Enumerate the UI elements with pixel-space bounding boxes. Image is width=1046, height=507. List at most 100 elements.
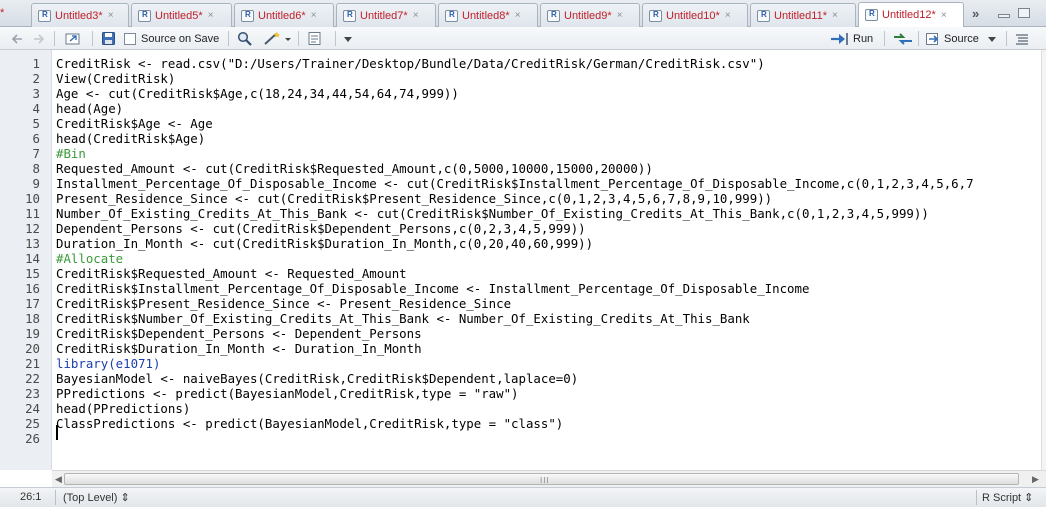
- code-text: PPredictions <- predict(BayesianModel,Cr…: [56, 386, 519, 401]
- forward-button[interactable]: [30, 30, 46, 47]
- tab-untitled5[interactable]: Untitled5* ×: [131, 3, 232, 27]
- source-button[interactable]: Source: [925, 30, 999, 47]
- code-text: Duration_In_Month <- cut(CreditRisk$Dura…: [56, 236, 594, 251]
- r-file-icon: [445, 9, 458, 22]
- tab-untitled9[interactable]: Untitled9* ×: [540, 3, 640, 27]
- code-line[interactable]: 18 CreditRisk$Number_Of_Existing_Credits_…: [0, 311, 1040, 326]
- code-line[interactable]: 16 CreditRisk$Installment_Percentage_Of_D…: [0, 281, 1040, 296]
- tab-untitled8[interactable]: Untitled8* ×: [438, 3, 538, 27]
- code-line[interactable]: 24 head(PPredictions): [0, 401, 1040, 416]
- line-number: 17: [25, 296, 40, 311]
- tab-untitled3[interactable]: Untitled3* ×: [31, 3, 129, 27]
- code-line[interactable]: 1 CreditRisk <- read.csv("D:/Users/Traine…: [0, 56, 1040, 71]
- code-line[interactable]: 22 BayesianModel <- naiveBayes(CreditRisk…: [0, 371, 1040, 386]
- code-line[interactable]: 19 CreditRisk$Dependent_Persons <- Depend…: [0, 326, 1040, 341]
- document-outline-button[interactable]: [1014, 30, 1030, 47]
- code-line[interactable]: 12 Dependent_Persons <- cut(CreditRisk$De…: [0, 221, 1040, 236]
- code-text: CreditRisk$Present_Residence_Since <- Pr…: [56, 296, 512, 311]
- close-icon[interactable]: ×: [725, 10, 731, 21]
- r-file-icon: [343, 9, 356, 22]
- show-in-window-button[interactable]: [64, 30, 82, 47]
- line-number: 19: [25, 326, 40, 341]
- code-line[interactable]: 20 CreditRisk$Duration_In_Month <- Durati…: [0, 341, 1040, 356]
- file-type-selector[interactable]: R Script ⇕: [982, 491, 1033, 504]
- close-icon[interactable]: ×: [515, 10, 521, 21]
- tab-label: Untitled8*: [462, 9, 510, 22]
- code-line[interactable]: 14 #Allocate: [0, 251, 1040, 266]
- close-icon[interactable]: ×: [941, 10, 947, 21]
- source-on-save-checkbox[interactable]: [124, 32, 136, 45]
- code-line[interactable]: 3 Age <- cut(CreditRisk$Age,c(18,24,34,44…: [0, 86, 1040, 101]
- code-line[interactable]: 26: [0, 431, 1040, 446]
- code-line[interactable]: 23 PPredictions <- predict(BayesianModel,…: [0, 386, 1040, 401]
- source-on-save-toggle[interactable]: Source on Save: [124, 30, 219, 47]
- tab-untitled6[interactable]: Untitled6* ×: [234, 3, 334, 27]
- scroll-left-icon[interactable]: ◀: [55, 474, 62, 485]
- close-icon[interactable]: ×: [208, 10, 214, 21]
- tab-untitled11[interactable]: Untitled11* ×: [750, 3, 856, 27]
- line-number: 13: [25, 236, 40, 251]
- close-icon[interactable]: ×: [617, 10, 623, 21]
- code-text: #Allocate: [56, 251, 124, 266]
- rerun-button[interactable]: [892, 30, 914, 47]
- text-cursor: [56, 425, 58, 440]
- more-options-button[interactable]: [343, 30, 353, 47]
- horizontal-scrollbar[interactable]: ◀ III ▶: [52, 470, 1046, 487]
- tab-untitled12[interactable]: Untitled12* ×: [858, 2, 964, 27]
- scope-selector[interactable]: (Top Level) ⇕: [63, 491, 130, 504]
- code-tools-button[interactable]: [262, 30, 292, 47]
- run-button[interactable]: Run: [830, 30, 873, 47]
- scrollbar-thumb[interactable]: III: [64, 473, 1019, 485]
- save-button[interactable]: [101, 30, 117, 47]
- code-text: View(CreditRisk): [56, 71, 176, 86]
- code-line[interactable]: 10 Present_Residence_Since <- cut(CreditR…: [0, 191, 1040, 206]
- close-icon[interactable]: ×: [108, 10, 114, 21]
- back-button[interactable]: [10, 30, 26, 47]
- code-line[interactable]: 25 ClassPredictions <- predict(BayesianMo…: [0, 416, 1040, 431]
- maximize-icon[interactable]: [1018, 8, 1030, 18]
- close-icon[interactable]: ×: [311, 10, 317, 21]
- chevron-down-icon[interactable]: [985, 34, 999, 44]
- code-line[interactable]: 8 Requested_Amount <- cut(CreditRisk$Requ…: [0, 161, 1040, 176]
- line-number: 8: [32, 161, 40, 176]
- tab-untitled7[interactable]: Untitled7* ×: [336, 3, 436, 27]
- code-line[interactable]: 4 head(Age): [0, 101, 1040, 116]
- toolbar-separator: [884, 31, 885, 46]
- line-number: 18: [25, 311, 40, 326]
- code-text: ClassPredictions <- predict(BayesianMode…: [56, 416, 564, 431]
- code-text: head(Age): [56, 101, 124, 116]
- scroll-right-icon[interactable]: ▶: [1032, 474, 1039, 485]
- tab-overflow-icon[interactable]: »: [972, 6, 979, 21]
- find-replace-button[interactable]: [236, 30, 254, 47]
- line-number: 25: [25, 416, 40, 431]
- code-editor[interactable]: 1 CreditRisk <- read.csv("D:/Users/Traine…: [0, 50, 1041, 470]
- code-line[interactable]: 17 CreditRisk$Present_Residence_Since <- …: [0, 296, 1040, 311]
- tab-label: Untitled3*: [55, 9, 103, 22]
- code-text: head(PPredictions): [56, 401, 191, 416]
- code-text: Dependent_Persons <- cut(CreditRisk$Depe…: [56, 221, 586, 236]
- rerun-icon: [894, 32, 912, 45]
- code-line[interactable]: 9 Installment_Percentage_Of_Disposable_In…: [0, 176, 1040, 191]
- show-in-window-icon: [65, 33, 80, 44]
- code-text: CreditRisk$Installment_Percentage_Of_Dis…: [56, 281, 810, 296]
- tab-untitled10[interactable]: Untitled10* ×: [642, 3, 748, 27]
- minimize-icon[interactable]: [998, 14, 1010, 18]
- code-line[interactable]: 13 Duration_In_Month <- cut(CreditRisk$Du…: [0, 236, 1040, 251]
- close-icon[interactable]: ×: [413, 10, 419, 21]
- compile-report-button[interactable]: [307, 30, 327, 47]
- tab-label: Untitled12*: [882, 9, 936, 21]
- line-number: 3: [32, 86, 40, 101]
- tab-partial[interactable]: *: [0, 7, 4, 19]
- vertical-scrollbar[interactable]: [1041, 50, 1046, 470]
- code-line[interactable]: 2 View(CreditRisk): [0, 71, 1040, 86]
- close-icon[interactable]: ×: [832, 10, 838, 21]
- code-line[interactable]: 5 CreditRisk$Age <- Age: [0, 116, 1040, 131]
- code-line[interactable]: 21 library(e1071): [0, 356, 1040, 371]
- toolbar-separator: [298, 31, 299, 46]
- code-line[interactable]: 6 head(CreditRisk$Age): [0, 131, 1040, 146]
- code-text: CreditRisk$Duration_In_Month <- Duration…: [56, 341, 422, 356]
- code-line[interactable]: 11 Number_Of_Existing_Credits_At_This_Ban…: [0, 206, 1040, 221]
- code-line[interactable]: 15 CreditRisk$Requested_Amount <- Request…: [0, 266, 1040, 281]
- code-line[interactable]: 7 #Bin: [0, 146, 1040, 161]
- code-text: CreditRisk$Age <- Age: [56, 116, 213, 131]
